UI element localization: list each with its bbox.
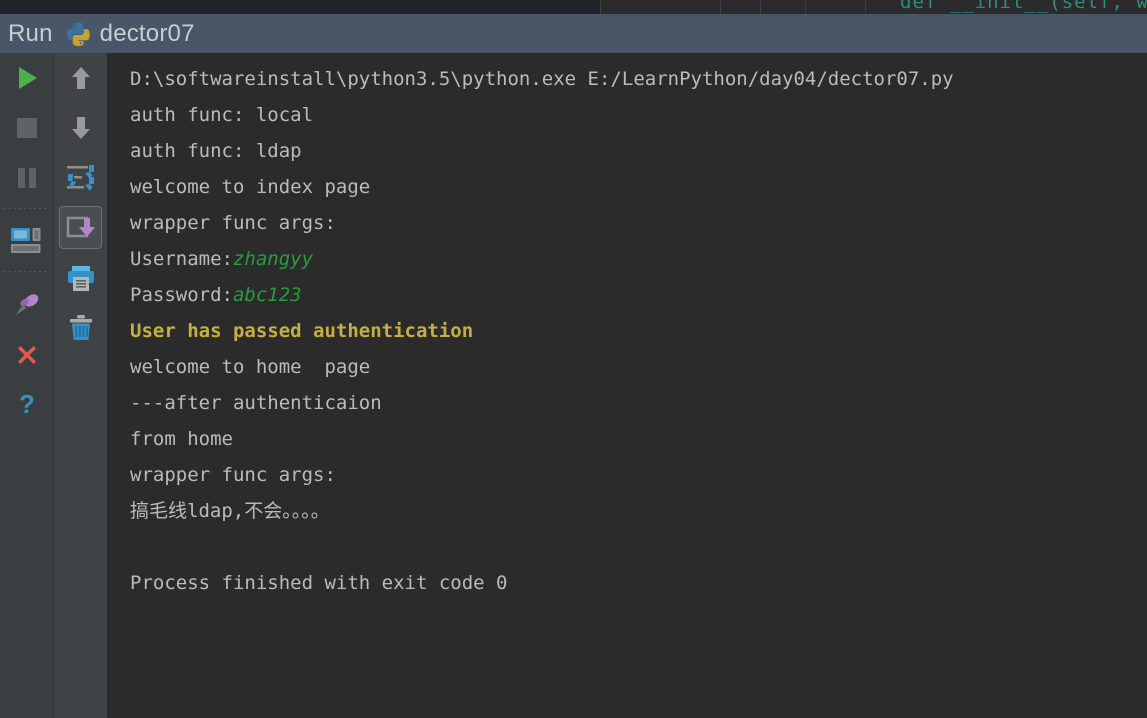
password-input-echo: abc123 — [232, 284, 302, 306]
console-line: ---after authenticaion — [130, 392, 382, 414]
scroll-to-end-icon — [66, 216, 95, 238]
console-line: welcome to home page — [130, 356, 371, 378]
close-button[interactable] — [0, 330, 53, 380]
pin-icon — [15, 294, 38, 315]
arrow-up-icon — [71, 67, 90, 89]
username-prompt: Username: — [130, 248, 233, 270]
console-line-password: Password:abc123 — [130, 277, 1147, 313]
toolbar-separator — [4, 271, 49, 272]
console-line: 搞毛线ldap,不会。。。。 — [130, 500, 330, 522]
console-line: auth func: ldap — [130, 140, 302, 162]
pycharm-run-tool-window: def __init__(self, wrapper Run dector07 — [0, 0, 1147, 718]
rerun-button[interactable] — [0, 53, 53, 103]
password-prompt: Password: — [130, 284, 233, 306]
trash-icon — [69, 315, 92, 340]
question-mark-icon: ? — [19, 390, 35, 419]
editor-sliver-left-block — [0, 0, 600, 14]
console-layout-icon — [10, 228, 40, 253]
stop-square-icon — [16, 118, 37, 138]
console-line: D:\softwareinstall\python3.5\python.exe … — [130, 68, 954, 90]
pause-icon — [17, 168, 36, 188]
editor-sliver-code-text: def __init__(self, wrapper — [900, 0, 1147, 13]
console-line: welcome to index page — [130, 176, 371, 198]
console-line-username: Username:zhangyy — [130, 241, 1147, 277]
editor-sliver-tick — [805, 0, 806, 14]
run-console-output[interactable]: D:\softwareinstall\python3.5\python.exe … — [108, 53, 1147, 718]
editor-sliver-tick — [600, 0, 601, 14]
play-icon — [18, 67, 37, 89]
pause-button[interactable] — [0, 153, 53, 203]
python-logo-icon — [66, 22, 90, 46]
console-line: wrapper func args: — [130, 464, 336, 486]
run-tool-window-label: Run — [8, 19, 53, 47]
console-line-process-finished: Process finished with exit code 0 — [130, 572, 508, 594]
run-configuration-name: dector07 — [99, 19, 195, 47]
run-secondary-toolbar — [54, 53, 107, 718]
up-the-stack-button[interactable] — [54, 53, 107, 103]
printer-icon — [67, 266, 94, 291]
console-line: from home — [130, 428, 233, 450]
clear-all-button[interactable] — [54, 303, 107, 353]
run-primary-toolbar: ? — [0, 53, 53, 718]
arrow-down-icon — [71, 117, 90, 139]
console-line-auth-passed: User has passed authentication — [130, 320, 474, 342]
scroll-to-end-button[interactable] — [54, 203, 107, 253]
soft-wrap-icon — [66, 165, 94, 191]
console-line: wrapper func args: — [130, 212, 336, 234]
print-button[interactable] — [54, 253, 107, 303]
layout-settings-button[interactable] — [0, 216, 53, 266]
down-the-stack-button[interactable] — [54, 103, 107, 153]
svg-text:?: ? — [19, 390, 35, 419]
editor-background-sliver: def __init__(self, wrapper — [0, 0, 1147, 14]
editor-sliver-tick — [760, 0, 761, 14]
toolbar-separator — [4, 208, 49, 209]
soft-wrap-button[interactable] — [54, 153, 107, 203]
close-x-icon — [17, 346, 36, 364]
console-line: auth func: local — [130, 104, 314, 126]
username-input-echo: zhangyy — [232, 248, 314, 270]
console-lines: D:\softwareinstall\python3.5\python.exe … — [108, 53, 1147, 601]
run-tool-window-titlebar: Run dector07 — [0, 14, 1147, 53]
pin-tab-button[interactable] — [0, 280, 53, 330]
editor-sliver-tick — [720, 0, 721, 14]
stop-button[interactable] — [0, 103, 53, 153]
help-button[interactable]: ? — [0, 380, 53, 430]
editor-sliver-tick — [865, 0, 866, 14]
